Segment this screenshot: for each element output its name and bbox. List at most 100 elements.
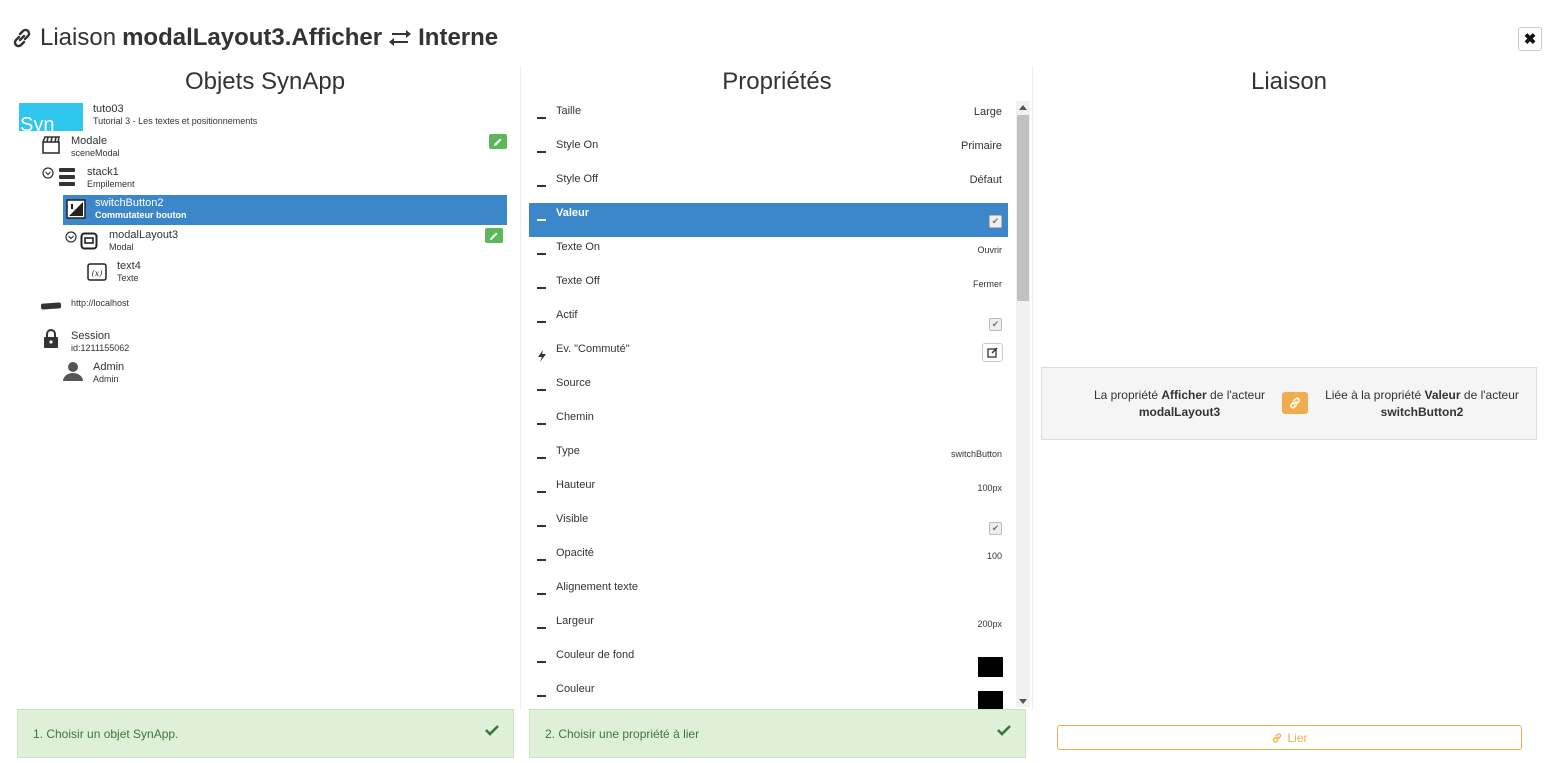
switch-button-icon — [66, 199, 86, 219]
link-icon — [1290, 397, 1300, 409]
collapse-dash-icon[interactable] — [537, 559, 546, 561]
properties-column-title: Propriétés — [722, 68, 832, 95]
lightning-icon[interactable] — [537, 350, 547, 362]
collapse-dash-icon[interactable] — [537, 525, 546, 527]
property-value: switchButton — [950, 449, 1002, 459]
properties-scrollbar[interactable] — [1016, 101, 1030, 707]
tree-item-server[interactable]: http://localhost — [71, 297, 129, 309]
tree-item-stack[interactable]: stack1 Empilement — [87, 166, 135, 190]
collapse-dash-icon[interactable] — [537, 627, 546, 629]
property-label: Valeur — [556, 207, 590, 219]
tree-item-sublabel: Commutateur bouton — [95, 210, 187, 220]
tree-item-modal[interactable]: modalLayout3 Modal — [109, 229, 178, 253]
collapse-dash-icon[interactable] — [537, 321, 546, 323]
tree-item-user[interactable]: Admin Admin — [93, 361, 124, 385]
tree-item-label: Session — [71, 330, 111, 342]
tree-item-project[interactable]: tuto03 Tutorial 3 - Les textes et positi… — [93, 103, 257, 127]
collapse-dash-icon[interactable] — [537, 117, 546, 119]
tree-item-label: modalLayout3 — [109, 229, 179, 241]
collapse-dash-icon[interactable] — [537, 287, 546, 289]
edit-button[interactable] — [485, 228, 503, 243]
tree-item-sublabel: Admin — [93, 374, 119, 384]
binding-column-title: Liaison — [1250, 68, 1328, 95]
close-button[interactable]: ✖ — [1518, 27, 1542, 51]
property-row[interactable]: Actif ✔ — [529, 305, 1008, 339]
svg-text:(x): (x) — [92, 269, 103, 278]
title-prop: .Afficher — [284, 24, 383, 51]
collapse-icon[interactable] — [42, 167, 54, 179]
property-row[interactable]: Style On Primaire — [529, 135, 1008, 169]
bind-button[interactable]: Lier — [1057, 725, 1522, 750]
property-label: Source — [556, 377, 591, 389]
collapse-dash-icon[interactable] — [537, 253, 546, 255]
property-label: Largeur — [556, 615, 594, 627]
property-row[interactable]: Visible ✔ — [529, 509, 1008, 543]
property-value: 100 — [986, 551, 1002, 561]
property-row[interactable]: Ev. "Commuté" — [529, 339, 1008, 373]
tree-item-modale[interactable]: Modale sceneModal — [71, 135, 120, 159]
property-value: 100px — [977, 483, 1002, 493]
property-row[interactable]: Chemin — [529, 407, 1008, 441]
property-row[interactable]: Valeur ✔ — [529, 203, 1008, 237]
collapse-dash-icon[interactable] — [537, 457, 546, 459]
collapse-dash-icon[interactable] — [537, 185, 546, 187]
property-row[interactable]: Source — [529, 373, 1008, 407]
property-row[interactable]: Texte Off Fermer — [529, 271, 1008, 305]
property-row[interactable]: Opacité 100 — [529, 543, 1008, 577]
edit-square-icon — [987, 347, 998, 358]
color-swatch[interactable] — [978, 657, 1003, 677]
lock-icon — [44, 329, 58, 348]
property-checkbox[interactable]: ✔ — [989, 215, 1002, 228]
collapse-dash-icon[interactable] — [537, 151, 546, 153]
pencil-icon — [490, 232, 498, 240]
property-row[interactable]: Texte On Ouvrir — [529, 237, 1008, 271]
tree-item-label: stack1 — [87, 166, 119, 178]
edit-button[interactable] — [489, 134, 507, 149]
property-row[interactable]: Largeur 200px — [529, 611, 1008, 645]
property-row[interactable]: Couleur de fond — [529, 645, 1008, 679]
color-swatch[interactable] — [978, 691, 1003, 711]
property-label: Texte Off — [556, 275, 600, 287]
property-row[interactable]: Taille Large — [529, 101, 1008, 135]
tree-item-text[interactable]: text4 Texte — [117, 260, 141, 284]
property-row[interactable]: Couleur — [529, 679, 1008, 713]
scroll-thumb[interactable] — [1017, 115, 1029, 301]
tree-item-sublabel: Modal — [109, 242, 134, 252]
tree-item-label: Modale — [71, 135, 108, 147]
title-target: Interne — [418, 24, 499, 51]
property-row[interactable]: Style Off Défaut — [529, 169, 1008, 203]
tree-item-label: tuto03 — [93, 103, 124, 115]
edit-event-button[interactable] — [982, 343, 1003, 362]
collapse-dash-icon[interactable] — [537, 219, 546, 221]
property-label: Ev. "Commuté" — [556, 343, 630, 355]
property-checkbox[interactable]: ✔ — [989, 318, 1002, 331]
scroll-up-icon[interactable] — [1019, 105, 1027, 110]
bind-button-label: Lier — [1287, 730, 1308, 745]
property-row[interactable]: Hauteur 100px — [529, 475, 1008, 509]
dialog-title: Liaison modalLayout3.Afficher Interne — [10, 24, 498, 52]
property-label: Visible — [556, 513, 589, 525]
link-badge — [1282, 392, 1308, 414]
collapse-icon[interactable] — [65, 231, 77, 243]
scroll-down-icon[interactable] — [1019, 699, 1027, 704]
column-divider — [520, 66, 521, 710]
synapp-logo: Syn — [19, 103, 83, 131]
property-label: Type — [556, 445, 580, 457]
tree-item-session[interactable]: Session id:1211155062 — [71, 330, 129, 354]
property-label: Style Off — [556, 173, 598, 185]
exchange-icon — [389, 30, 412, 46]
collapse-dash-icon[interactable] — [537, 695, 546, 697]
text-variable-icon: (x) — [87, 263, 107, 281]
collapse-dash-icon[interactable] — [537, 491, 546, 493]
collapse-dash-icon[interactable] — [537, 661, 546, 663]
collapse-dash-icon[interactable] — [537, 593, 546, 595]
tree-item-switch[interactable]: switchButton2 Commutateur bouton — [95, 197, 187, 221]
collapse-dash-icon[interactable] — [537, 389, 546, 391]
tree-item-sublabel: id:1211155062 — [71, 343, 130, 353]
property-row[interactable]: Alignement texte — [529, 577, 1008, 611]
property-value: Large — [973, 106, 1002, 118]
property-row[interactable]: Type switchButton — [529, 441, 1008, 475]
property-checkbox[interactable]: ✔ — [989, 522, 1002, 535]
collapse-dash-icon[interactable] — [537, 423, 546, 425]
tree-item-sublabel: sceneModal — [71, 148, 120, 158]
